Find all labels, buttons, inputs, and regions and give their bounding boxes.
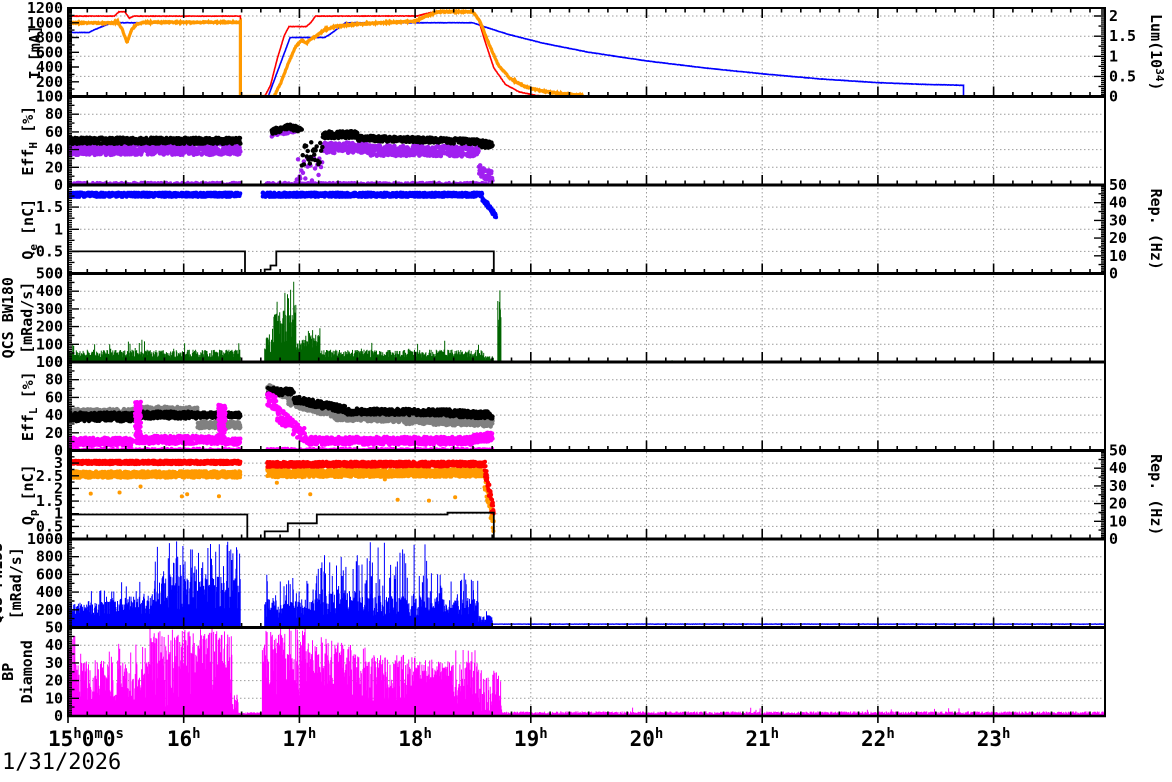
y-tick-label: 40 [45,141,63,159]
x-tick-label: 23h [977,726,1011,751]
y-tick-label: 0 [54,707,63,725]
y-axis-title-bp-diamond: BP [0,663,17,681]
right-tick-label: 2 [1109,7,1118,25]
right-ticks-bunch-charge-p [1094,449,1105,540]
y-tick-label: 200 [36,601,63,619]
y-axis-title-qcs-bw180: QCS BW180 [0,277,17,358]
right-axis-title-beam-current: Lum(1034) [1147,14,1166,90]
y-axis-title-qcs-fw153: QCS FW153 [0,543,6,624]
right-tick-label: 20 [1109,229,1127,247]
y-axis-title-bunch-charge-e: Qe [nC] [19,199,40,260]
y-tick-label: 3 [54,454,63,472]
y-tick-label: 400 [36,583,63,601]
right-tick-label: 50 [1109,442,1127,460]
x-tick-label: 19h [514,726,548,751]
y-tick-label: 80 [45,371,63,389]
y-tick-label: 100 [36,88,63,106]
y-tick-label: 100 [36,353,63,371]
accelerator-status-plot: 0 200 400 600 800 1000 1200 0 0.5 1 1.5 2 Lum(1034) I… [0,0,1172,782]
panel-bunch-charge-p [68,458,1105,539]
x-tick-label: 15h0m0s [48,726,124,751]
y-tick-label: 100 [36,335,63,353]
right-tick-label: 0.5 [1109,67,1136,85]
right-tick-label: 20 [1109,495,1127,513]
y-tick-label: 500 [36,265,63,283]
y-axis-title-bunch-charge-p: Qp [nC] [19,464,40,525]
right-tick-label: 30 [1109,477,1127,495]
right-axis-title-bunch-charge-e: Rep. (Hz) [1147,189,1165,270]
y-tick-label: 1200 [27,0,63,17]
y-ticks-bunch-charge-p [68,449,79,540]
y-axis-title-injection-efficiency-ler: EffL [%] [19,371,40,441]
y-tick-label: 40 [45,406,63,424]
y-tick-label: 30 [45,654,63,672]
x-tick-label: 21h [745,726,779,751]
right-ticks-beam-current [1094,7,1105,98]
panel-qcs-bw180 [68,281,1105,362]
panel-bunch-charge-e [68,190,1105,274]
right-tick-label: 1 [1109,47,1118,65]
y-tick-label: 200 [36,318,63,336]
x-tick-label: 20h [630,726,664,751]
right-tick-label: 0 [1109,265,1118,283]
y-tick-label: 1000 [27,530,63,548]
y-axis-title-bp-diamond: Diamond [18,640,36,703]
y-tick-label: 20 [45,424,63,442]
date-label: 1/31/2026 [2,750,122,775]
right-tick-label: 50 [1109,176,1127,194]
y-tick-label: 60 [45,123,63,141]
y-tick-label: 400 [36,282,63,300]
x-tick-label: 22h [861,726,895,751]
right-tick-label: 1.5 [1109,27,1136,45]
right-tick-label: 0 [1109,530,1118,548]
y-tick-label: 1 [54,220,63,238]
right-tick-label: 40 [1109,194,1127,212]
y-tick-label: 20 [45,672,63,690]
y-axis-title-qcs-fw153: [mRad/s] [7,547,25,619]
x-tick-label: 16h [167,726,201,751]
right-tick-label: 10 [1109,512,1127,530]
y-tick-label: 800 [36,548,63,566]
y-axis-title-beam-current: I [mA] [26,25,44,79]
right-tick-label: 40 [1109,459,1127,477]
y-tick-label: 20 [45,158,63,176]
y-tick-label: 80 [45,105,63,123]
panel-injection-efficiency-ler [68,379,1105,451]
panel-injection-efficiency-her [68,113,1105,185]
x-tick-label: 18h [398,726,432,751]
y-tick-label: 600 [36,565,63,583]
chart-canvas: 02004006008001000120000.511.52 Lum(1034)I… [0,0,1166,751]
y-tick-label: 60 [45,388,63,406]
right-axis-title-bunch-charge-p: Rep. (Hz) [1147,454,1165,535]
y-tick-label: 0 [54,176,63,194]
y-axis-title-qcs-bw180: [mRad/s] [18,282,36,354]
x-tick-label: 17h [283,726,317,751]
right-tick-label: 10 [1109,247,1127,265]
y-tick-label: 10 [45,689,63,707]
y-tick-label: 40 [45,636,63,654]
panel-beam-current [68,8,1105,97]
y-axis-title-injection-efficiency-her: EffH [%] [19,106,40,176]
y-tick-label: 300 [36,300,63,318]
y-tick-label: 50 [45,619,63,637]
right-tick-label: 30 [1109,211,1127,229]
panel-qcs-fw153 [68,541,1105,628]
panel-bp-diamond [68,627,1105,716]
right-ticks-bunch-charge-e [1094,184,1105,275]
right-tick-label: 0 [1109,88,1118,106]
y-tick-label: 1.5 [36,198,63,216]
